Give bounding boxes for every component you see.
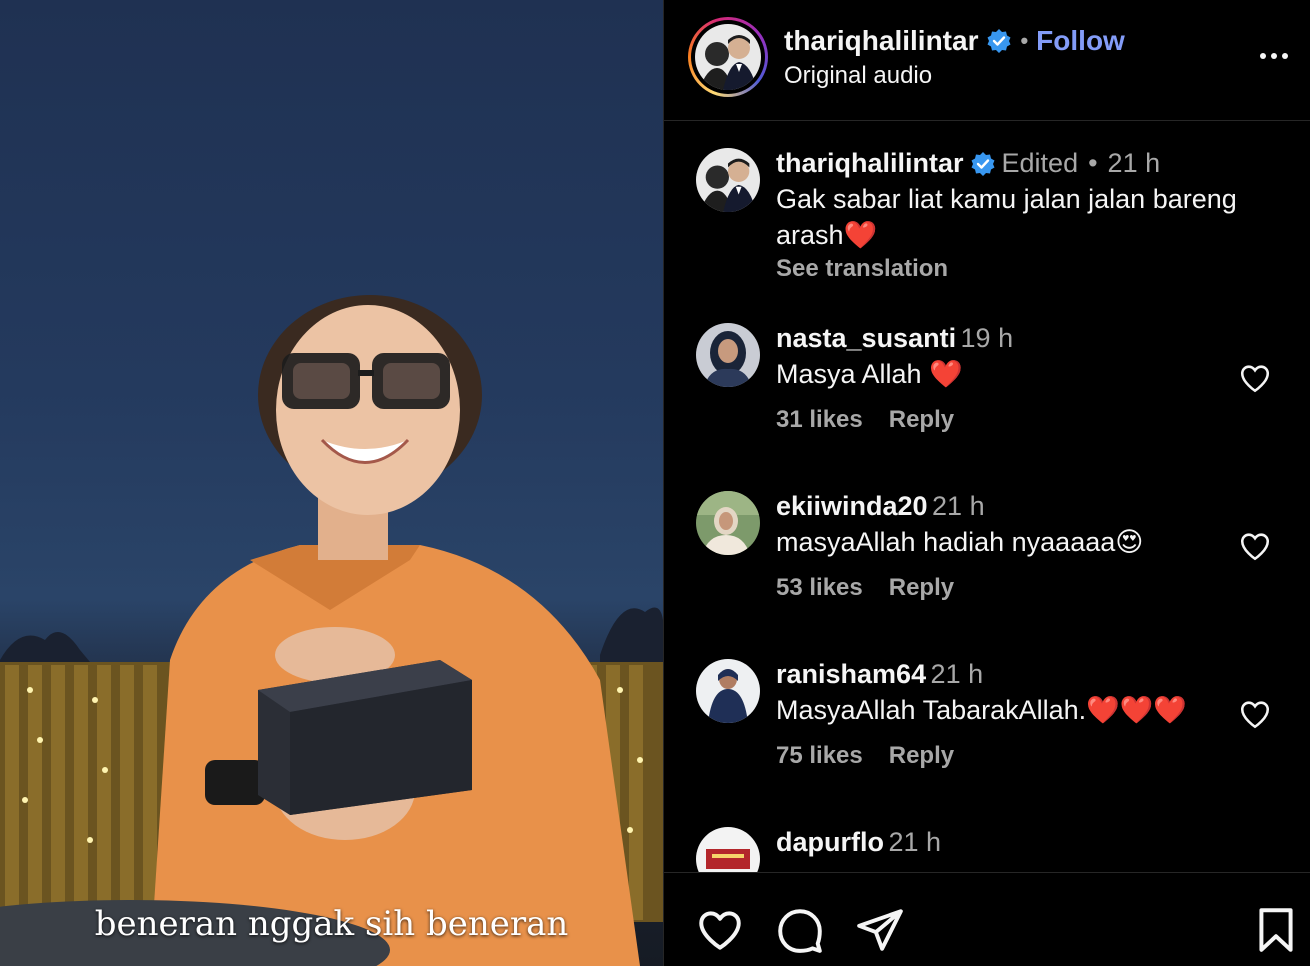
red-heart-emoji: ❤️ [929,359,963,389]
author-row: thariqhalilintar • Follow [784,25,1125,57]
comment-text: Masya Allah ❤️ [776,356,1276,392]
reply-button[interactable]: Reply [889,406,954,434]
see-translation-link[interactable]: See translation [776,255,1276,283]
heart-eyes-emoji: 😍 [1115,527,1144,557]
edited-label: Edited [1001,148,1079,178]
video-frame [0,295,663,966]
reel-video[interactable]: beneran nggak sih beneran [0,0,663,966]
reply-button[interactable]: Reply [889,574,954,602]
comment-time: 21 h [888,827,942,857]
comment-body: Masya Allah [776,359,930,389]
commenter-avatar[interactable] [696,827,760,872]
header-separator: • [1020,28,1029,53]
verified-badge-icon [987,29,1011,53]
video-caption: beneran nggak sih beneran [94,904,569,944]
bookmark-icon[interactable] [1251,905,1301,955]
red-hearts-emoji: ❤️❤️❤️ [1086,695,1188,725]
likes-count[interactable]: 53 likes [776,574,863,602]
share-icon[interactable] [855,905,905,955]
reply-button[interactable]: Reply [889,742,954,770]
like-heart-icon[interactable] [1238,697,1272,731]
post-actions-bar [664,872,1310,966]
heart-icon[interactable] [695,905,745,955]
comment-time: 19 h [960,323,1014,353]
post-header: thariqhalilintar • Follow Original audio [664,0,1310,121]
caption-author-avatar[interactable] [696,148,760,212]
caption-text: Gak sabar liat kamu jalan jalan bareng a… [776,181,1276,253]
comment-icon[interactable] [775,905,825,955]
comment-username[interactable]: ekiiwinda20 [776,491,928,521]
comment-username[interactable]: dapurflo [776,827,884,857]
caption-username[interactable]: thariqhalilintar [776,148,964,179]
commenter-avatar[interactable] [696,659,760,723]
author-avatar[interactable] [688,17,768,97]
likes-count[interactable]: 75 likes [776,742,863,770]
red-heart-emoji: ❤️ [843,220,878,250]
likes-count[interactable]: 31 likes [776,406,863,434]
comment-time: 21 h [930,659,984,689]
more-options-icon[interactable] [1254,36,1294,76]
commenter-avatar[interactable] [696,491,760,555]
comment-username[interactable]: nasta_susanti [776,323,956,353]
comments-list[interactable]: thariqhalilintar Edited • 21 h Gak sabar… [664,122,1310,872]
caption-time: 21 h [1107,148,1161,178]
comment-username[interactable]: ranisham64 [776,659,926,689]
comment-text: masyaAllah hadiah nyaaaaa😍 [776,524,1276,560]
original-audio-link[interactable]: Original audio [784,62,932,90]
comment-body: masyaAllah hadiah nyaaaaa [776,527,1116,557]
author-username[interactable]: thariqhalilintar [784,25,978,57]
verified-badge-icon [971,151,995,176]
meta-separator: • [1088,148,1098,178]
follow-button[interactable]: Follow [1036,25,1125,57]
comment-time: 21 h [932,491,985,521]
comment-text: MasyaAllah TabarakAllah.❤️❤️❤️ [776,692,1276,728]
comment-body: MasyaAllah TabarakAllah. [776,695,1087,725]
like-heart-icon[interactable] [1238,529,1272,563]
commenter-avatar[interactable] [696,323,760,387]
like-heart-icon[interactable] [1238,361,1272,395]
comments-panel: thariqhalilintar • Follow Original audio [664,0,1310,966]
